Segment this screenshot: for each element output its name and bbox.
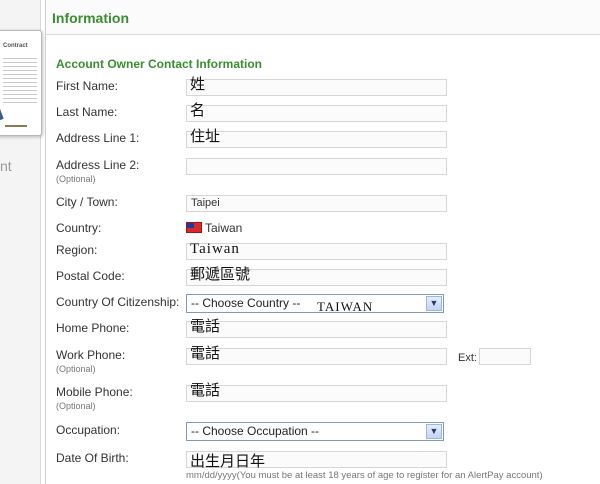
occupation-selected: -- Choose Occupation -- <box>191 424 320 438</box>
citizenship-label: Country Of Citizenship: <box>56 295 180 309</box>
region-label: Region: <box>56 243 98 257</box>
mobile-phone-label: Mobile Phone: <box>56 385 133 399</box>
last-name-field[interactable]: 名 <box>186 101 447 122</box>
home-phone-field[interactable]: 電話 <box>186 317 447 338</box>
citizenship-selected: -- Choose Country -- <box>191 296 301 310</box>
ext-label: Ext: <box>458 352 477 364</box>
address2-optional: (Optional) <box>56 174 96 184</box>
mobile-phone-field[interactable]: 電話 <box>186 381 447 402</box>
address1-value: 住址 <box>190 127 221 145</box>
city-value: Taipei <box>191 197 220 209</box>
work-phone-value: 電話 <box>190 344 221 362</box>
contract-title: Contract <box>3 43 28 49</box>
first-name-label: First Name: <box>56 79 119 93</box>
mobile-phone-optional: (Optional) <box>56 401 96 411</box>
citizenship-overlay-text: TAIWAN <box>317 299 374 314</box>
dob-label: Date Of Birth: <box>56 451 129 465</box>
first-name-value: 姓 <box>190 75 206 93</box>
contract-image: Contract <box>0 30 42 136</box>
region-field[interactable]: Taiwan <box>186 241 447 260</box>
section-title: Account Owner Contact Information <box>56 57 263 71</box>
address2-label: Address Line 2: <box>56 158 140 172</box>
work-phone-optional: (Optional) <box>56 364 96 374</box>
postal-label: Postal Code: <box>56 269 125 283</box>
city-field[interactable]: Taipei <box>186 195 447 212</box>
taiwan-flag-icon <box>186 222 202 233</box>
dob-field[interactable]: 出生月日年 <box>186 451 447 470</box>
chevron-down-icon[interactable]: ▼ <box>426 424 442 439</box>
dob-hint: mm/dd/yyyy(You must be at least 18 years… <box>186 470 543 481</box>
mobile-phone-value: 電話 <box>190 381 221 399</box>
home-phone-value: 電話 <box>190 317 221 335</box>
work-phone-field[interactable]: 電話 <box>186 344 447 365</box>
first-name-field[interactable]: 姓 <box>186 75 447 96</box>
last-name-value: 名 <box>190 101 206 119</box>
occupation-select[interactable]: -- Choose Occupation -- ▼ <box>186 422 444 441</box>
address1-field[interactable]: 住址 <box>186 127 447 148</box>
city-label: City / Town: <box>56 195 118 209</box>
address1-label: Address Line 1: <box>56 131 140 145</box>
last-name-label: Last Name: <box>56 105 118 119</box>
home-phone-label: Home Phone: <box>56 321 130 335</box>
ext-field[interactable] <box>479 348 531 365</box>
chevron-down-icon[interactable]: ▼ <box>426 296 442 311</box>
country-value: Taiwan <box>205 221 243 235</box>
region-value: Taiwan <box>190 241 240 257</box>
left-sidebar-strip: Contract nt <box>0 0 42 484</box>
postal-value: 郵遞區號 <box>190 265 251 283</box>
work-phone-label: Work Phone: <box>56 348 126 362</box>
sidebar-partial-text: nt <box>0 158 12 174</box>
postal-field[interactable]: 郵遞區號 <box>186 265 447 286</box>
panel-title: Information <box>52 10 129 26</box>
contract-text-lines <box>3 55 37 105</box>
country-value-wrap: Taiwan <box>186 221 242 235</box>
citizenship-select[interactable]: -- Choose Country -- TAIWAN ▼ <box>186 294 444 314</box>
contract-signature <box>5 109 27 127</box>
dob-value: 出生月日年 <box>190 452 266 470</box>
country-label: Country: <box>56 221 102 235</box>
panel-header: Information <box>46 0 600 35</box>
occupation-label: Occupation: <box>56 423 121 437</box>
address2-field[interactable] <box>186 158 447 175</box>
information-panel: Information Account Owner Contact Inform… <box>45 0 600 484</box>
